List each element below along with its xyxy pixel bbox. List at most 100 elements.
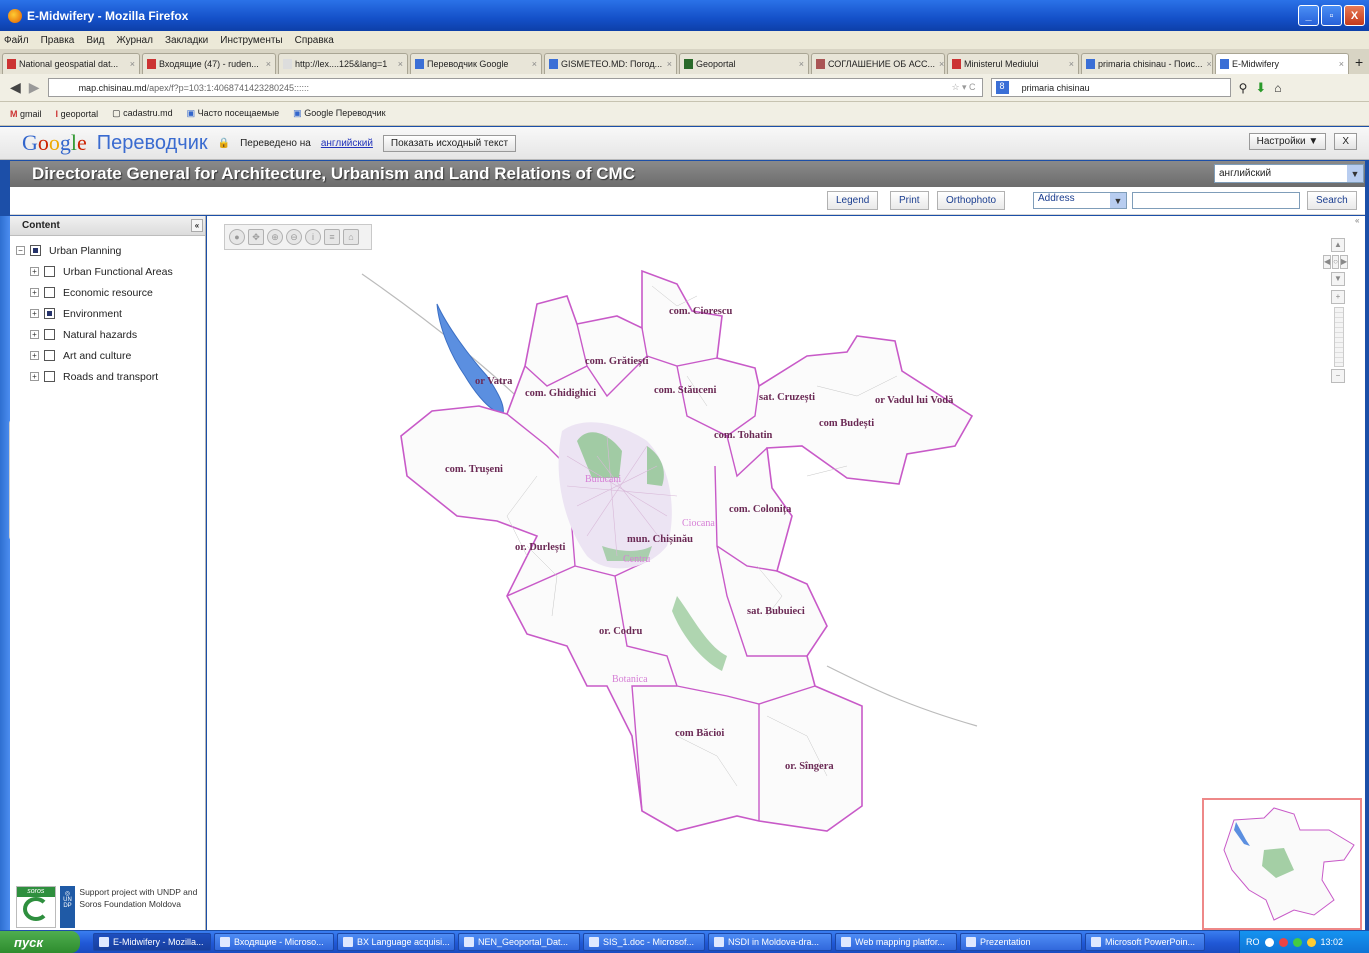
layer-checkbox[interactable] xyxy=(44,371,55,382)
address-select[interactable]: Address ▼ xyxy=(1033,192,1127,209)
overview-map[interactable] xyxy=(1202,798,1362,930)
tray-app-icon[interactable] xyxy=(1278,937,1288,947)
maximize-button[interactable]: ▫ xyxy=(1321,5,1342,26)
language-select[interactable]: английский ▼ xyxy=(1214,164,1364,183)
search-magnifier-icon[interactable]: ⚲ xyxy=(1239,81,1248,95)
taskbar-item[interactable]: E-Midwifery - Mozilla... xyxy=(93,933,211,951)
download-icon[interactable]: ⬇ xyxy=(1255,80,1266,96)
tab-close-icon[interactable]: × xyxy=(1335,59,1344,69)
bookmark-star-icon[interactable]: ☆ ▾ C xyxy=(951,82,975,93)
layer-item[interactable]: + Natural hazards xyxy=(30,324,205,345)
minimize-button[interactable]: _ xyxy=(1298,5,1319,26)
bookmark-cadastru[interactable]: ▢ cadastru.md xyxy=(112,108,173,119)
taskbar-item[interactable]: Входящие - Microso... xyxy=(214,933,334,951)
tab-close-icon[interactable]: × xyxy=(935,59,944,69)
url-bar[interactable]: map.chisinau.md/apex/f?p=103:1:406874142… xyxy=(47,78,983,97)
layer-checkbox[interactable] xyxy=(30,245,41,256)
print-button[interactable]: Print xyxy=(890,191,929,210)
tab-close-icon[interactable]: × xyxy=(262,59,271,69)
tab-close-icon[interactable]: × xyxy=(1203,59,1212,69)
browser-tab[interactable]: Ministerul Mediului × xyxy=(947,53,1079,74)
browser-tab[interactable]: E-Midwifery × xyxy=(1215,53,1349,74)
browser-tab[interactable]: СОГЛАШЕНИЕ ОБ АСС... × xyxy=(811,53,945,74)
language-indicator[interactable]: RO xyxy=(1246,937,1260,947)
legend-button[interactable]: Legend xyxy=(827,191,879,210)
taskbar-item[interactable]: Prezentation xyxy=(960,933,1082,951)
taskbar-item[interactable]: SIS_1.doc - Microsof... xyxy=(583,933,705,951)
browser-tab[interactable]: http://lex....125&lang=1 × xyxy=(278,53,408,74)
menu-view[interactable]: Вид xyxy=(86,35,104,46)
browser-tab[interactable]: Входящие (47) - ruden... × xyxy=(142,53,276,74)
tab-close-icon[interactable]: × xyxy=(528,59,537,69)
show-original-button[interactable]: Показать исходный текст xyxy=(382,134,517,152)
taskbar-item[interactable]: NEN_Geoportal_Dat... xyxy=(458,933,580,951)
start-button[interactable]: пуск xyxy=(0,931,80,953)
taskbar-item[interactable]: Web mapping platfor... xyxy=(835,933,957,951)
layer-item[interactable]: + Urban Functional Areas xyxy=(30,261,205,282)
tab-favicon-icon xyxy=(549,59,558,69)
layer-checkbox[interactable] xyxy=(44,266,55,277)
browser-tab[interactable]: GISMETEO.MD: Погод... × xyxy=(544,53,677,74)
layer-item[interactable]: + Art and culture xyxy=(30,345,205,366)
collapse-icon[interactable]: « xyxy=(191,219,203,232)
menu-edit[interactable]: Правка xyxy=(41,35,75,46)
bookmark-frequent[interactable]: ▣ Часто посещаемые xyxy=(187,108,280,119)
menu-tools[interactable]: Инструменты xyxy=(220,35,282,46)
address-search-input[interactable] xyxy=(1132,192,1300,209)
expand-node-icon[interactable]: + xyxy=(30,351,39,360)
menu-bookmarks[interactable]: Закладки xyxy=(165,35,208,46)
bookmark-translate[interactable]: ▣ Google Переводчик xyxy=(293,108,385,119)
layer-item[interactable]: + Roads and transport xyxy=(30,366,205,387)
tray-app-icon[interactable] xyxy=(1264,937,1274,947)
tray-app-icon[interactable] xyxy=(1292,937,1302,947)
layer-checkbox[interactable] xyxy=(44,329,55,340)
layer-label: Environment xyxy=(63,307,122,320)
browser-tab[interactable]: primaria chisinau - Поис... × xyxy=(1081,53,1213,74)
bookmark-gmail[interactable]: M gmail xyxy=(10,109,42,119)
browser-tab[interactable]: National geospatial dat... × xyxy=(2,53,140,74)
tab-close-icon[interactable]: × xyxy=(795,59,804,69)
menu-help[interactable]: Справка xyxy=(295,35,334,46)
collapse-node-icon[interactable]: − xyxy=(16,246,25,255)
taskbar-item[interactable]: Microsoft PowerPoin... xyxy=(1085,933,1205,951)
layer-checkbox[interactable] xyxy=(44,287,55,298)
title-bar: E-Midwifery - Mozilla Firefox _ ▫ X xyxy=(0,0,1369,31)
orthophoto-button[interactable]: Orthophoto xyxy=(937,191,1006,210)
expand-node-icon[interactable]: + xyxy=(30,267,39,276)
search-button[interactable]: Search xyxy=(1307,191,1357,210)
close-button[interactable]: X xyxy=(1344,5,1365,26)
expand-node-icon[interactable]: + xyxy=(30,330,39,339)
map-panel[interactable]: ● ✥ ⊕ ⊖ i ≡ ⌂ « ▲ ◀ ○ ▶ ▼ + − com. Ciore… xyxy=(207,216,1365,930)
expand-node-icon[interactable]: + xyxy=(30,309,39,318)
layer-item[interactable]: + Environment xyxy=(30,303,205,324)
translate-close-button[interactable]: X xyxy=(1334,133,1357,150)
browser-tab[interactable]: Переводчик Google × xyxy=(410,53,542,74)
tray-app-icon[interactable] xyxy=(1306,937,1316,947)
tab-close-icon[interactable]: × xyxy=(1065,59,1074,69)
browser-tab[interactable]: Geoportal × xyxy=(679,53,809,74)
layer-checkbox[interactable] xyxy=(44,308,55,319)
taskbar-item[interactable]: BX Language acquisi... xyxy=(337,933,455,951)
menu-history[interactable]: Журнал xyxy=(116,35,153,46)
forward-arrow-icon[interactable]: ▶ xyxy=(29,79,40,96)
home-icon[interactable]: ⌂ xyxy=(1274,81,1281,95)
layer-checkbox[interactable] xyxy=(44,350,55,361)
back-arrow-icon[interactable]: ◀ xyxy=(10,79,21,96)
map-label: com. Grătiești xyxy=(585,356,649,367)
translate-settings-button[interactable]: Настройки ▼ xyxy=(1248,133,1327,150)
translated-to-label: Переведено на xyxy=(240,137,311,149)
menu-file[interactable]: Файл xyxy=(4,35,29,46)
expand-node-icon[interactable]: + xyxy=(30,288,39,297)
tab-close-icon[interactable]: × xyxy=(394,59,403,69)
tab-close-icon[interactable]: × xyxy=(126,59,135,69)
tree-root-urban-planning[interactable]: − Urban Planning xyxy=(16,240,205,261)
tab-close-icon[interactable]: × xyxy=(663,59,672,69)
layer-item[interactable]: + Economic resource xyxy=(30,282,205,303)
taskbar-item[interactable]: NSDI in Moldova-dra... xyxy=(708,933,832,951)
target-language-link[interactable]: английский xyxy=(321,138,373,149)
new-tab-icon[interactable]: + xyxy=(1351,54,1367,70)
bookmark-geoportal[interactable]: I geoportal xyxy=(56,109,99,119)
browser-search-input[interactable]: 8 primaria chisinau xyxy=(990,78,1231,97)
expand-node-icon[interactable]: + xyxy=(30,372,39,381)
municipality-map[interactable]: com. Ciorescu com. Grătiești com. Stăuceni… xyxy=(207,216,1365,930)
